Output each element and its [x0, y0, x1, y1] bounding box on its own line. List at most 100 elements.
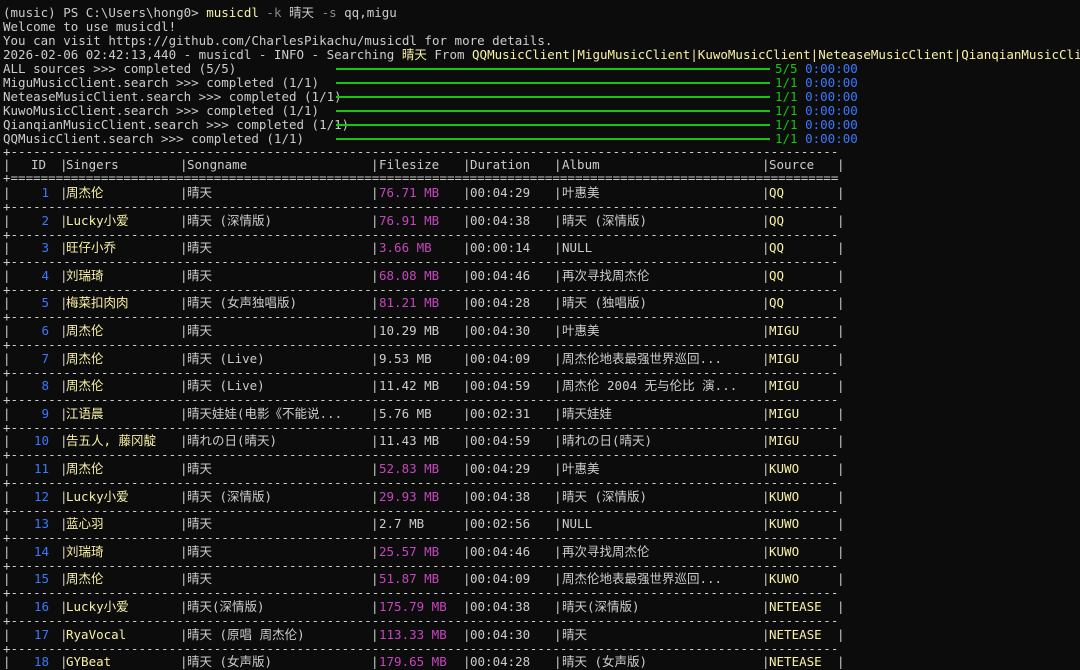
header-singers[interactable]: Singers — [66, 157, 176, 173]
progress-bar — [336, 110, 770, 112]
table-row[interactable]: | | | | | | | | 16 Lucky小爱 晴天(深情版) 175.79 MB 00:04:3… — [3, 599, 845, 615]
row-source: QQ — [769, 267, 785, 283]
table-row[interactable]: | | | | | | | | 3 旺仔小乔 晴天 3.66 MB 00:00:14 NULL QQ — [3, 240, 845, 256]
table-row[interactable]: | | | | | | | | 15 周杰伦 晴天 51.87 MB 00:04:09 周杰伦地表最强世界… — [3, 571, 845, 587]
row-source: NETEASE — [769, 626, 822, 642]
terminal-window[interactable]: (music) PS C:\Users\hong0> musicdl -k 晴天… — [0, 0, 1080, 670]
row-duration: 00:02:56 — [470, 516, 531, 532]
progress-count: 1/1 — [775, 131, 798, 146]
row-duration: 00:00:14 — [470, 240, 531, 256]
table-pipe: | — [554, 267, 562, 283]
row-source: KUWO — [769, 516, 800, 532]
table-row[interactable]: | | | | | | | | 4 刘瑞琦 晴天 68.08 MB 00:04:46 再次寻找周杰伦 QQ — [3, 267, 845, 284]
row-id: 2 — [41, 212, 49, 228]
row-filesize: 76.91 MB — [379, 212, 440, 228]
command-prompt[interactable]: (music) PS C:\Users\hong0> musicdl -k 晴天… — [3, 6, 397, 20]
row-singer: 周杰伦 — [66, 185, 104, 200]
row-filesize: 10.29 MB — [379, 323, 440, 338]
table-pipe: | — [554, 654, 562, 670]
header-songname[interactable]: Songname — [187, 157, 372, 173]
row-source: KUWO — [769, 461, 800, 476]
table-row[interactable]: | | | | | | | | 18 GYBeat 晴天 (女声版) 179.65 MB 00:04:2… — [3, 654, 845, 670]
row-id: 1 — [41, 185, 49, 200]
table-pipe: | — [554, 571, 562, 587]
table-separator: +---------------------------------------… — [3, 532, 839, 545]
header-source[interactable]: Source — [769, 157, 839, 173]
row-singer: Lucky小爱 — [66, 212, 129, 228]
info-prefix: 2026-02-06 02:42:13,440 - musicdl - INFO… — [3, 47, 402, 62]
table-row[interactable]: | | | | | | | | 7 周杰伦 晴天 (Live) 9.53 MB 00:04:09 周杰伦地… — [3, 350, 845, 367]
table-separator: +---------------------------------------… — [3, 366, 839, 379]
table-separator: +---------------------------------------… — [3, 283, 839, 296]
table-row[interactable]: | | | | | | | | 12 Lucky小爱 晴天 (深情版) 29.93 MB 00:04:3… — [3, 489, 845, 505]
row-source: NETEASE — [769, 654, 822, 670]
table-row[interactable]: | | | | | | | | 2 Lucky小爱 晴天 (深情版) 76.91 MB 00:04:38… — [3, 212, 845, 229]
row-source: QQ — [769, 295, 785, 311]
header-duration[interactable]: Duration — [470, 157, 550, 173]
row-source: QQ — [769, 240, 785, 256]
row-filesize: 9.53 MB — [379, 350, 432, 366]
row-filesize: 179.65 MB — [379, 654, 447, 670]
row-filesize: 175.79 MB — [379, 599, 447, 614]
row-songname: 晴れの日(晴天) — [187, 433, 278, 449]
table-pipe: | — [554, 240, 562, 256]
progress-count: 1/1 — [775, 75, 798, 90]
row-source: QQ — [769, 185, 785, 200]
row-singer: 周杰伦 — [66, 461, 104, 476]
table-row[interactable]: | | | | | | | | 11 周杰伦 晴天 52.83 MB 00:04:29 叶惠美 KUWO — [3, 461, 845, 477]
row-source: QQ — [769, 212, 785, 228]
row-duration: 00:02:31 — [470, 405, 531, 421]
row-source: MIGU — [769, 405, 800, 421]
row-id: 11 — [33, 461, 49, 476]
row-filesize: 3.66 MB — [379, 240, 432, 256]
command-name: musicdl — [206, 5, 259, 20]
progress-time: 0:00:00 — [805, 89, 858, 104]
row-album: 周杰伦地表最强世界巡回... — [562, 571, 723, 587]
progress-time: 0:00:00 — [805, 117, 858, 132]
welcome-line: Welcome to use musicdl! — [3, 19, 177, 34]
row-filesize: 76.71 MB — [379, 185, 440, 200]
table-row[interactable]: | | | | | | | | 8 周杰伦 晴天 (Live) 11.42 MB 00:04:59 周杰伦… — [3, 378, 845, 394]
row-duration: 00:04:46 — [470, 267, 531, 283]
header-filesize[interactable]: Filesize — [379, 157, 464, 173]
row-id: 13 — [33, 516, 49, 532]
table-pipe: | — [554, 185, 562, 200]
row-singer: 梅菜扣肉肉 — [66, 295, 129, 311]
table-row[interactable]: | | | | | | | | 13 蓝心羽 晴天 2.7 MB 00:02:56 NULL KUWO — [3, 516, 845, 532]
row-filesize: 81.21 MB — [379, 295, 440, 311]
row-album: 周杰伦 2004 无与伦比 演... — [562, 378, 738, 394]
table-row[interactable]: | | | | | | | | 1 周杰伦 晴天 76.71 MB 00:04:29 叶惠美 QQ — [3, 185, 845, 201]
row-album: 叶惠美 — [562, 461, 600, 476]
progress-label: NeteaseMusicClient.search >>> completed … — [3, 89, 342, 104]
table-row[interactable]: | | | | | | | | 5 梅菜扣肉肉 晴天 (女声独唱版) 81.21 MB 00:04:28… — [3, 295, 845, 311]
flag-keyword: -k — [266, 5, 282, 20]
table-row[interactable]: | | | | | | | | 6 周杰伦 晴天 10.29 MB 00:04:30 叶惠美 MIGU — [3, 323, 845, 339]
table-row[interactable]: | | | | | | | | 14 刘瑞琦 晴天 25.57 MB 00:04:46 再次寻找周杰伦 KU… — [3, 543, 845, 560]
row-singer: 周杰伦 — [66, 350, 104, 366]
row-songname: 晴天 (原唱 周杰伦) — [187, 626, 305, 642]
table-row[interactable]: | | | | | | | | 9 江语晨 晴天娃娃(电影《不能说... 5.76 MB 00:02:3… — [3, 405, 845, 422]
row-songname: 晴天 — [187, 240, 213, 256]
row-id: 10 — [33, 433, 49, 449]
table-row[interactable]: | | | | | | | | 10 告五人, 藤冈靛 晴れの日(晴天) 11.43 MB 00:04:… — [3, 433, 845, 449]
row-album: 晴天 (女声版) — [562, 654, 648, 670]
row-album: 晴天 (深情版) — [562, 212, 648, 228]
table-pipe: | — [371, 267, 379, 283]
table-pipe: | — [371, 599, 379, 614]
row-id: 7 — [41, 350, 49, 366]
table-row[interactable]: | | | | | | | | 17 RyaVocal 晴天 (原唱 周杰伦) 113.33 MB 00… — [3, 626, 845, 643]
table-pipe: | — [554, 626, 562, 642]
row-id: 15 — [33, 571, 49, 587]
row-singer: 周杰伦 — [66, 571, 104, 587]
table-header-separator: +=======================================… — [3, 172, 839, 184]
progress-time: 0:00:00 — [805, 103, 858, 118]
table-pipe: | — [554, 350, 562, 366]
table-pipe: | — [554, 405, 562, 421]
row-album: 晴天娃娃 — [562, 405, 613, 421]
progress-label: ALL sources >>> completed (5/5) — [3, 61, 237, 76]
header-album[interactable]: Album — [562, 157, 752, 173]
row-songname: 晴天 (女声版) — [187, 654, 273, 670]
progress-count: 1/1 — [775, 89, 798, 104]
table-header: | | | | | | | | ID Singers Songname Filesize Duratio… — [3, 157, 845, 173]
row-filesize: 25.57 MB — [379, 543, 440, 559]
